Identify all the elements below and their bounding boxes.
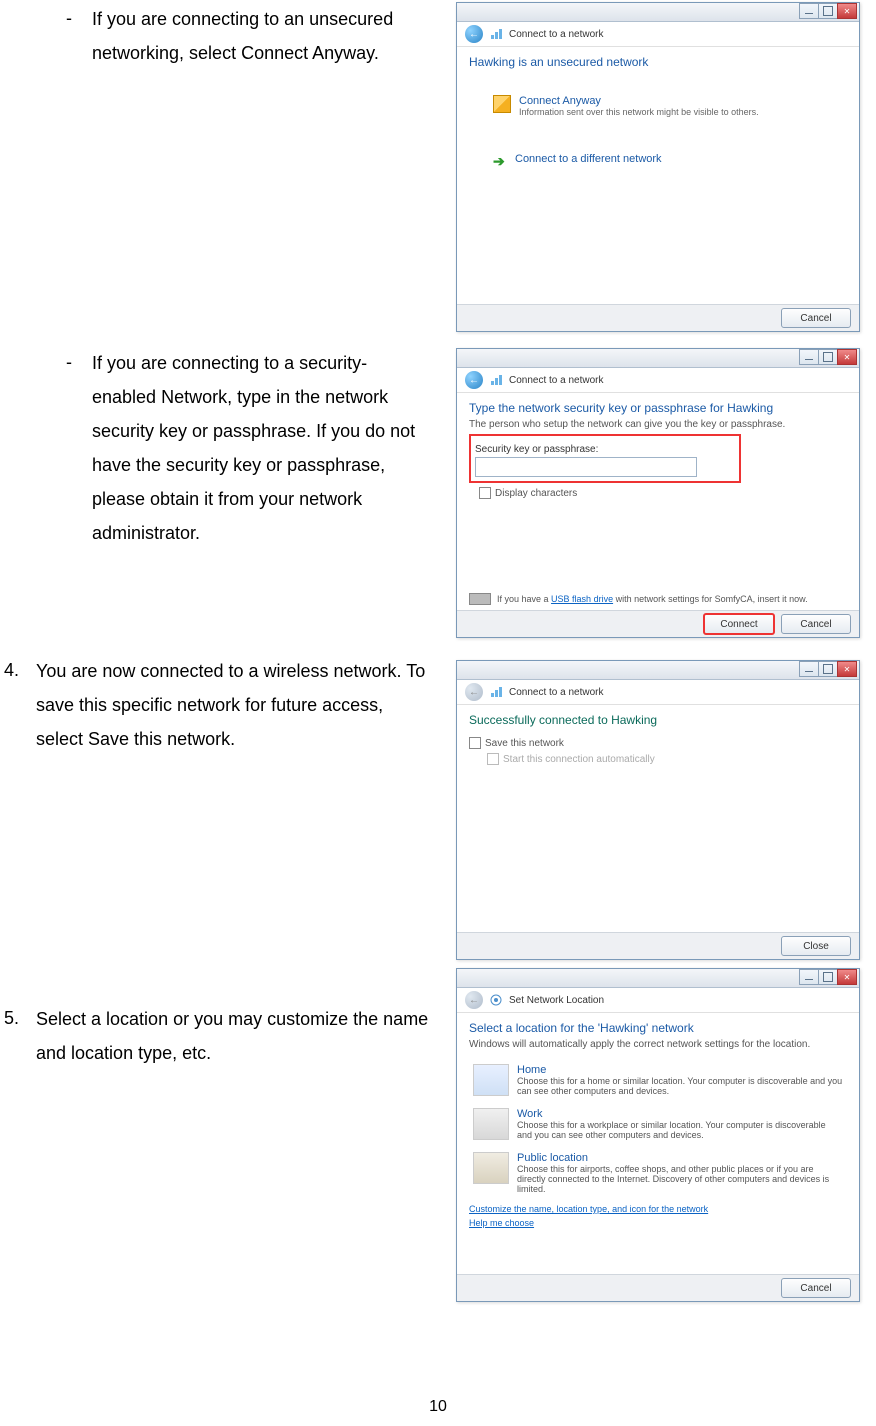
maximize-button[interactable] xyxy=(818,969,838,985)
minimize-button[interactable] xyxy=(799,3,819,19)
maximize-button[interactable] xyxy=(818,349,838,365)
dialog-title: Connect to a network xyxy=(509,29,604,40)
dialog-title: Set Network Location xyxy=(509,995,604,1006)
home-icon xyxy=(473,1064,509,1096)
nav-row: ← Set Network Location xyxy=(457,988,859,1013)
titlebar: ✕ xyxy=(457,349,859,368)
close-button[interactable]: ✕ xyxy=(837,969,857,985)
dialog-heading: Select a location for the 'Hawking' netw… xyxy=(469,1021,847,1035)
minimize-button[interactable] xyxy=(799,661,819,677)
option-connect-anyway[interactable]: Connect Anyway Information sent over thi… xyxy=(489,89,847,123)
work-icon xyxy=(473,1108,509,1140)
step-number-4: 4. xyxy=(4,660,19,681)
network-icon xyxy=(489,373,503,387)
maximize-button[interactable] xyxy=(818,3,838,19)
location-description: Choose this for airports, coffee shops, … xyxy=(517,1164,843,1194)
page-number: 10 xyxy=(0,1398,876,1416)
dialog-heading: Type the network security key or passphr… xyxy=(469,401,847,415)
network-icon xyxy=(489,27,503,41)
checkbox-label: Display characters xyxy=(495,488,577,499)
instruction-bullet-2: If you are connecting to a security-enab… xyxy=(92,346,422,550)
option-different-network[interactable]: ➔ Connect to a different network xyxy=(489,147,847,173)
dialog-footer: Cancel xyxy=(457,304,859,331)
close-button[interactable]: ✕ xyxy=(837,3,857,19)
location-title: Work xyxy=(517,1108,843,1120)
cancel-button[interactable]: Cancel xyxy=(781,1278,851,1298)
location-option-work[interactable]: Work Choose this for a workplace or simi… xyxy=(469,1102,847,1146)
cancel-button[interactable]: Cancel xyxy=(781,614,851,634)
titlebar: ✕ xyxy=(457,3,859,22)
usb-hint: If you have a USB flash drive with netwo… xyxy=(469,593,847,605)
dialog-title: Connect to a network xyxy=(509,375,604,386)
dialog-footer: Cancel xyxy=(457,1274,859,1301)
dialog-subtext: Windows will automatically apply the cor… xyxy=(469,1039,847,1050)
dialog-title: Connect to a network xyxy=(509,687,604,698)
checkbox-label: Save this network xyxy=(485,738,564,749)
location-option-public[interactable]: Public location Choose this for airports… xyxy=(469,1146,847,1200)
dialog-subtext: The person who setup the network can giv… xyxy=(469,419,847,430)
option-title: Connect to a different network xyxy=(515,153,662,165)
option-description: Information sent over this network might… xyxy=(519,107,759,117)
dialog-security-key: ✕ ← Connect to a network Type the networ… xyxy=(456,348,860,638)
security-key-input[interactable] xyxy=(475,457,697,477)
instruction-step-4: You are now connected to a wireless netw… xyxy=(36,654,426,756)
maximize-button[interactable] xyxy=(818,661,838,677)
dialog-footer: Connect Cancel xyxy=(457,610,859,637)
dialog-footer: Close xyxy=(457,932,859,959)
location-icon xyxy=(489,993,503,1007)
dialog-heading: Successfully connected to Hawking xyxy=(469,713,847,727)
checkbox-icon xyxy=(479,487,491,499)
cancel-button[interactable]: Cancel xyxy=(781,308,851,328)
titlebar: ✕ xyxy=(457,969,859,988)
display-characters-row[interactable]: Display characters xyxy=(479,487,847,499)
usb-icon xyxy=(469,593,491,605)
nav-row: ← Connect to a network xyxy=(457,22,859,47)
usb-link[interactable]: USB flash drive xyxy=(551,594,613,604)
location-title: Public location xyxy=(517,1152,843,1164)
dialog-heading: Hawking is an unsecured network xyxy=(469,55,847,69)
checkbox-icon xyxy=(487,753,499,765)
start-automatically-row[interactable]: Start this connection automatically xyxy=(487,753,847,765)
location-title: Home xyxy=(517,1064,843,1076)
bullet-dash: - xyxy=(66,8,72,29)
connect-button[interactable]: Connect xyxy=(703,613,775,635)
minimize-button[interactable] xyxy=(799,349,819,365)
dialog-network-location: ✕ ← Set Network Location Select a locati… xyxy=(456,968,860,1302)
bullet-dash: - xyxy=(66,352,72,373)
back-icon[interactable]: ← xyxy=(465,25,483,43)
close-button[interactable]: ✕ xyxy=(837,349,857,365)
shield-icon xyxy=(493,95,511,113)
help-choose-link[interactable]: Help me choose xyxy=(469,1218,534,1228)
usb-text-pre: If you have a xyxy=(497,594,551,604)
instruction-step-5: Select a location or you may customize t… xyxy=(36,1002,436,1070)
option-title: Connect Anyway xyxy=(519,95,759,107)
location-description: Choose this for a home or similar locati… xyxy=(517,1076,843,1096)
security-key-highlight: Security key or passphrase: xyxy=(469,434,741,483)
location-description: Choose this for a workplace or similar l… xyxy=(517,1120,843,1140)
checkbox-label: Start this connection automatically xyxy=(503,754,655,765)
field-label: Security key or passphrase: xyxy=(475,444,735,455)
network-icon xyxy=(489,685,503,699)
nav-row: ← Connect to a network xyxy=(457,680,859,705)
back-icon[interactable]: ← xyxy=(465,371,483,389)
close-button[interactable]: ✕ xyxy=(837,661,857,677)
back-icon[interactable]: ← xyxy=(465,683,483,701)
save-network-row[interactable]: Save this network xyxy=(469,737,847,749)
customize-link[interactable]: Customize the name, location type, and i… xyxy=(469,1204,708,1214)
checkbox-icon xyxy=(469,737,481,749)
nav-row: ← Connect to a network xyxy=(457,368,859,393)
usb-text-post: with network settings for SomfyCA, inser… xyxy=(613,594,808,604)
dialog-unsecured-network: ✕ ← Connect to a network Hawking is an u… xyxy=(456,2,860,332)
close-dialog-button[interactable]: Close xyxy=(781,936,851,956)
instruction-bullet-1: If you are connecting to an unsecured ne… xyxy=(92,2,402,70)
minimize-button[interactable] xyxy=(799,969,819,985)
location-option-home[interactable]: Home Choose this for a home or similar l… xyxy=(469,1058,847,1102)
titlebar: ✕ xyxy=(457,661,859,680)
arrow-icon: ➔ xyxy=(493,153,507,167)
step-number-5: 5. xyxy=(4,1008,19,1029)
back-icon[interactable]: ← xyxy=(465,991,483,1009)
public-icon xyxy=(473,1152,509,1184)
dialog-connected: ✕ ← Connect to a network Successfully co… xyxy=(456,660,860,960)
